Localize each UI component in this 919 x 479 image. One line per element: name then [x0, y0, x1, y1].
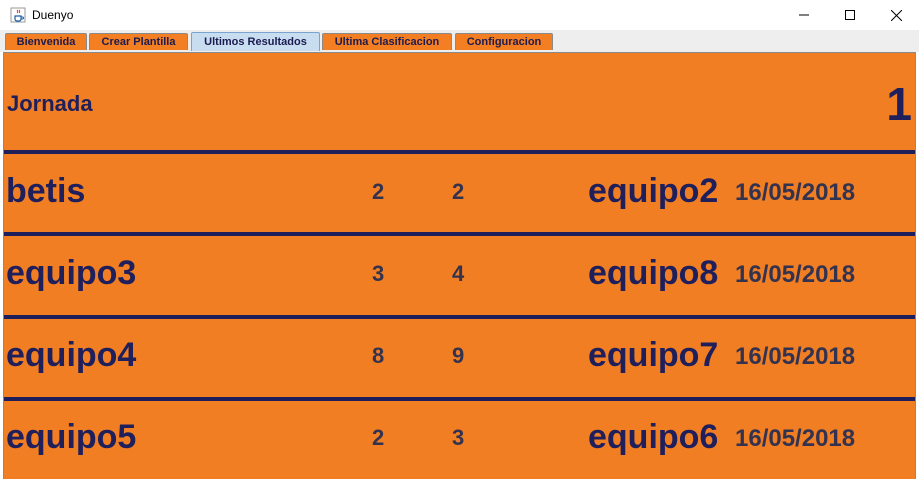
away-score: 3	[452, 425, 465, 450]
window-title: Duenyo	[32, 8, 74, 22]
away-score: 4	[452, 261, 465, 286]
home-team: equipo4	[6, 336, 137, 374]
tab-crear-plantilla[interactable]: Crear Plantilla	[89, 33, 188, 50]
home-team: betis	[6, 172, 86, 210]
close-icon	[890, 9, 902, 21]
home-score: 3	[372, 261, 385, 286]
home-score: 2	[372, 179, 385, 204]
home-team: equipo5	[6, 418, 137, 456]
tab-configuracion[interactable]: Configuracion	[455, 33, 553, 50]
away-team: equipo6	[588, 418, 719, 456]
away-score: 9	[452, 343, 465, 368]
minimize-button[interactable]	[781, 0, 827, 30]
results-panel: Jornada 1 betis 2 2 equipo2 16/05/2018 e…	[3, 52, 916, 479]
minimize-icon	[799, 14, 809, 16]
title-bar: Duenyo	[0, 0, 919, 30]
match-row: equipo4 8 9 equipo7 16/05/2018	[4, 318, 915, 396]
close-button[interactable]	[873, 0, 919, 30]
away-team: equipo7	[588, 336, 719, 374]
home-score: 8	[372, 343, 385, 368]
home-score: 2	[372, 425, 385, 450]
tab-bienvenida[interactable]: Bienvenida	[5, 33, 87, 50]
jornada-number: 1	[886, 78, 912, 130]
match-row: equipo3 3 4 equipo8 16/05/2018	[4, 236, 915, 314]
match-date: 16/05/2018	[735, 425, 856, 452]
away-team: equipo8	[588, 254, 719, 292]
match-row: equipo5 2 3 equipo6 16/05/2018	[4, 400, 915, 478]
match-date: 16/05/2018	[735, 343, 856, 370]
tab-ultimos-resultados[interactable]: Ultimos Resultados	[191, 32, 320, 51]
java-icon	[10, 7, 26, 23]
tab-strip: Bienvenida Crear Plantilla Ultimos Resul…	[0, 30, 919, 52]
away-score: 2	[452, 179, 465, 204]
match-date: 16/05/2018	[735, 261, 856, 288]
match-row: betis 2 2 equipo2 16/05/2018	[4, 154, 915, 232]
tab-ultima-clasificacion[interactable]: Ultima Clasificacion	[322, 33, 452, 50]
home-team: equipo3	[6, 254, 137, 292]
maximize-icon	[845, 10, 855, 20]
jornada-label: Jornada	[7, 91, 93, 116]
match-date: 16/05/2018	[735, 179, 856, 206]
maximize-button[interactable]	[827, 0, 873, 30]
away-team: equipo2	[588, 172, 719, 210]
